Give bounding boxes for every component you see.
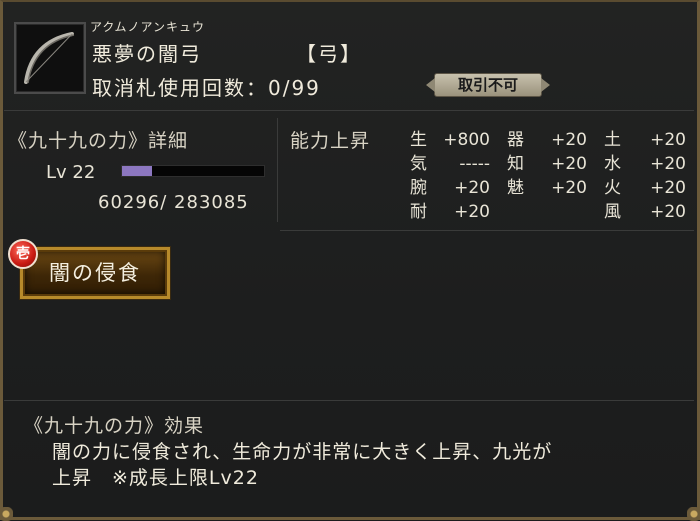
skill-button-label: 闇の侵食 [49, 261, 141, 285]
stat-arm: 腕 +20 [410, 178, 490, 198]
stat-intelligence: 知 +20 [507, 154, 587, 174]
skill-slot-badge: 壱 [8, 239, 38, 269]
bow-item-icon [14, 22, 86, 94]
exp-value: 60296/ 283085 [98, 192, 249, 213]
stat-fire: 火 +20 [604, 178, 686, 198]
divider [4, 110, 694, 111]
effect-description-line-2: 上昇 ※成長上限Lv22 [52, 467, 259, 489]
stat-water: 水 +20 [604, 154, 686, 174]
exp-progress-bar [121, 165, 265, 177]
stat-earth: 土 +20 [604, 130, 686, 150]
item-type: 【弓】 [296, 42, 362, 66]
trade-restriction-badge: 取引不可 [426, 73, 550, 97]
stat-wind: 風 +20 [604, 202, 686, 222]
stat-endurance: 耐 +20 [410, 202, 490, 222]
bow-icon [24, 32, 75, 84]
badge-left-arrow-icon [426, 78, 435, 92]
level-label: Lv 22 [46, 162, 96, 183]
item-name: 悪夢の闇弓 [92, 42, 202, 66]
effect-description-line-1: 闇の力に侵食され、生命力が非常に大きく上昇、九光が [52, 441, 553, 463]
stat-charm: 魅 +20 [507, 178, 587, 198]
stat-dexterity: 器 +20 [507, 130, 587, 150]
badge-right-arrow-icon [541, 78, 550, 92]
trade-badge-label: 取引不可 [457, 76, 518, 94]
divider [277, 118, 278, 222]
item-furigana: アクムノアンキュウ [90, 20, 205, 34]
skill-darkness-erosion-button[interactable]: 闇の侵食 [20, 247, 170, 299]
divider [4, 400, 694, 401]
tsukumo-detail-title: 《九十九の力》詳細 [8, 130, 189, 152]
stat-ki: 気 ----- [410, 154, 490, 174]
stat-life: 生 +800 [410, 130, 490, 150]
divider [280, 230, 694, 231]
tsukumo-effect-title: 《九十九の力》効果 [24, 415, 205, 437]
ability-up-title: 能力上昇 [290, 130, 371, 152]
cancel-tag-usage: 取消札使用回数：0/99 [92, 76, 321, 100]
frame-corner-ornament [0, 507, 13, 521]
frame-corner-ornament [687, 507, 700, 521]
exp-progress-fill [122, 166, 153, 176]
